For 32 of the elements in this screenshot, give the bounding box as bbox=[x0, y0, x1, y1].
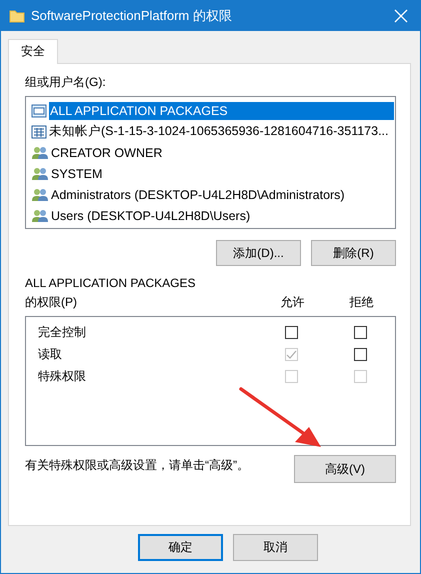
users-icon bbox=[31, 146, 49, 160]
window-title: SoftwareProtectionPlatform 的权限 bbox=[31, 7, 233, 25]
list-item[interactable]: Users (DESKTOP-U4L2H8D\Users) bbox=[27, 205, 394, 226]
permissions-label: ALL APPLICATION PACKAGES bbox=[25, 276, 197, 290]
users-icon bbox=[31, 188, 49, 202]
checkbox[interactable] bbox=[354, 326, 367, 338]
checkbox[interactable] bbox=[354, 348, 367, 360]
list-item[interactable]: CREATOR OWNER bbox=[27, 142, 394, 163]
list-item[interactable]: Administrators (DESKTOP-U4L2H8D\Administrators) bbox=[27, 184, 394, 205]
dialog-button[interactable]: 删除(R) bbox=[311, 240, 396, 266]
list-item[interactable]: 未知帐户(S-1-15-3-1024-1065365936-1281604716-351173... bbox=[27, 121, 394, 142]
grid-icon bbox=[31, 124, 47, 138]
checkbox[interactable] bbox=[285, 326, 298, 338]
tab[interactable]: 安全 bbox=[8, 39, 58, 64]
permission-name: 特殊权限 bbox=[38, 368, 87, 384]
package-icon bbox=[31, 104, 47, 118]
users-icon bbox=[31, 208, 49, 222]
list-item[interactable]: SYSTEM bbox=[27, 163, 394, 184]
advanced-note: 有关特殊权限或高级设置，请单击“高级”。 bbox=[25, 457, 249, 474]
permissions-label: 的权限(P) bbox=[25, 294, 78, 311]
group-label: 组或用户名(G): bbox=[25, 74, 107, 91]
dialog-button[interactable]: 确定 bbox=[138, 534, 223, 561]
close-icon[interactable] bbox=[394, 9, 408, 23]
users-icon bbox=[31, 166, 49, 180]
permission-name: 完全控制 bbox=[38, 324, 87, 340]
folder-icon bbox=[9, 8, 25, 24]
advanced-button[interactable]: 高级(V) bbox=[294, 455, 396, 483]
dialog-button[interactable]: 添加(D)... bbox=[216, 240, 301, 266]
column-header: 拒绝 bbox=[348, 294, 374, 311]
permission-name: 读取 bbox=[38, 346, 63, 362]
dialog-button[interactable]: 取消 bbox=[233, 534, 318, 561]
column-header: 允许 bbox=[280, 294, 306, 311]
